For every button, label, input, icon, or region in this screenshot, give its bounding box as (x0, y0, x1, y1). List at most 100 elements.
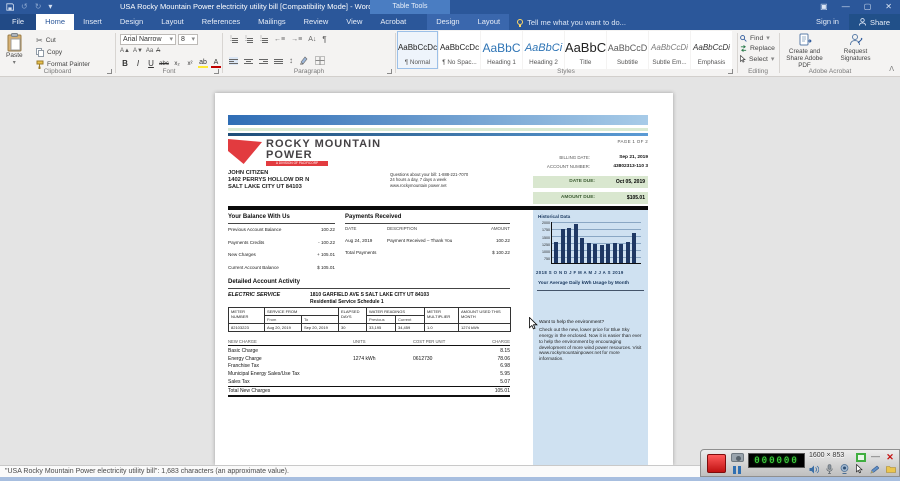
usage-chart-ytick: 1000 (542, 250, 550, 255)
date-due-box: DATE DUE: Oct 05, 2019 (533, 176, 648, 188)
style-normal[interactable]: AaBbCcDc ¶ Normal (397, 31, 438, 69)
tab-insert[interactable]: Insert (74, 14, 111, 30)
tab-table-layout[interactable]: Layout (469, 14, 510, 30)
numbering-icon[interactable] (243, 35, 253, 44)
collapse-ribbon-icon[interactable]: ᐱ (889, 65, 894, 73)
justify-icon[interactable] (274, 57, 283, 65)
qat-customize-icon[interactable]: ▾ (48, 1, 52, 13)
clipboard-dialog-launcher[interactable] (107, 69, 112, 74)
tab-file[interactable]: File (0, 14, 37, 30)
ribbon-display-options-icon[interactable]: ▣ (820, 0, 828, 14)
clear-formatting-icon[interactable]: A (156, 48, 160, 54)
record-stop-button[interactable] (707, 454, 726, 473)
subscript-button[interactable]: x₂ (172, 61, 182, 67)
cursor-capture-icon[interactable] (856, 464, 863, 474)
tab-design[interactable]: Design (111, 14, 152, 30)
tab-layout[interactable]: Layout (152, 14, 193, 30)
acrobat-group-label: Adobe Acrobat (808, 68, 852, 75)
tab-references[interactable]: References (193, 14, 249, 30)
paste-button[interactable]: Paste ▾ (6, 33, 23, 66)
strikethrough-button[interactable]: abc (159, 61, 169, 67)
grow-font-icon[interactable]: A▲ (120, 48, 130, 54)
style-heading-2[interactable]: AaBbCi Heading 2 (523, 31, 564, 69)
bullets-icon[interactable] (228, 35, 238, 44)
document-area[interactable]: ROCKY MOUNTAIN POWER A DIVISION OF PACIF… (0, 77, 900, 465)
capture-region-icon[interactable] (856, 452, 866, 462)
microphone-icon[interactable] (826, 464, 833, 474)
usage-bar (567, 228, 571, 263)
tab-table-design[interactable]: Design (427, 14, 468, 30)
undo-icon[interactable]: ↺ (21, 1, 28, 13)
decrease-indent-icon[interactable]: ←≡ (274, 36, 285, 43)
align-right-icon[interactable] (259, 57, 268, 65)
align-left-icon[interactable] (229, 56, 238, 65)
align-center-icon[interactable] (244, 57, 253, 65)
tab-mailings[interactable]: Mailings (249, 14, 295, 30)
font-name-combo[interactable]: Arial Narrow ▾ (120, 34, 176, 45)
replace-button[interactable]: Replace (740, 45, 775, 52)
pause-icon[interactable] (733, 466, 741, 474)
style-no-spacing[interactable]: AaBbCcDc ¶ No Spac... (439, 31, 480, 69)
copy-button[interactable]: Copy (36, 48, 90, 57)
save-icon[interactable] (6, 3, 14, 11)
folder-output-icon[interactable] (886, 465, 896, 473)
screenshot-camera-icon[interactable] (731, 453, 744, 462)
line-spacing-icon[interactable]: ↕ (289, 56, 293, 65)
font-color-button[interactable]: A (211, 59, 221, 68)
multilevel-list-icon[interactable] (258, 35, 268, 44)
usage-bar (606, 244, 610, 263)
cut-button[interactable]: ✂ Cut (36, 36, 90, 45)
meter-table: METER NUMBER SERVICE FROM ELAPSED DAYS W… (228, 307, 512, 332)
style-subtitle[interactable]: AaBbCcD Subtitle (607, 31, 648, 69)
tab-home[interactable]: Home (36, 14, 75, 30)
balance-section-title: Your Balance With Us (228, 214, 335, 224)
tell-me-box[interactable]: Tell me what you want to do... (509, 14, 634, 30)
request-signatures-button[interactable]: Request Signatures (831, 33, 880, 69)
underline-button[interactable]: U (146, 59, 156, 68)
borders-icon[interactable] (315, 56, 325, 65)
sort-icon[interactable]: A↓ (308, 36, 316, 43)
highlight-color-button[interactable]: ab (198, 59, 208, 68)
pencil-annotate-icon[interactable] (870, 465, 879, 474)
redo-icon[interactable]: ↻ (35, 1, 42, 13)
style-emphasis[interactable]: AaBbCcDi Emphasis (691, 31, 732, 69)
styles-dialog-launcher[interactable] (728, 69, 733, 74)
share-button[interactable]: Share (848, 14, 900, 30)
style-title[interactable]: AaBbC Title (565, 31, 606, 69)
environment-body: Check out the new, lower price for Blue … (539, 326, 642, 362)
usage-bar (554, 241, 558, 263)
paragraph-dialog-launcher[interactable] (387, 69, 392, 74)
recorder-minimize-icon[interactable]: — (871, 451, 880, 462)
show-hide-pilcrow-icon[interactable]: ¶ (322, 35, 326, 44)
find-button[interactable]: Find ▾ (740, 34, 775, 42)
restore-icon[interactable]: ▢ (864, 0, 872, 14)
paste-dropdown-icon[interactable]: ▾ (13, 59, 16, 66)
customer-address-block: JOHN CITIZEN 1402 PERRYS HOLLOW DR N SAL… (228, 170, 310, 191)
tab-review[interactable]: Review (295, 14, 338, 30)
close-icon[interactable]: ✕ (885, 0, 892, 14)
change-case-icon[interactable]: Aa (146, 48, 153, 54)
minimize-icon[interactable]: — (842, 0, 850, 14)
quick-access-toolbar: ↺ ↻ ▾ (6, 1, 52, 13)
document-page[interactable]: ROCKY MOUNTAIN POWER A DIVISION OF PACIF… (215, 93, 673, 465)
style-subtle-emphasis[interactable]: AaBbCcDi Subtle Em... (649, 31, 690, 69)
bold-button[interactable]: B (120, 59, 130, 68)
increase-indent-icon[interactable]: →≡ (291, 36, 302, 43)
tab-view[interactable]: View (337, 14, 371, 30)
sign-in-button[interactable]: Sign in (806, 14, 849, 30)
speaker-icon[interactable] (809, 465, 819, 474)
usage-chart-ytick: 1500 (542, 235, 550, 240)
account-number-row: ACCOUNT NUMBER: 43802313-110 3 (546, 164, 648, 169)
style-heading-1[interactable]: AaBbC Heading 1 (481, 31, 522, 69)
webcam-icon[interactable] (840, 464, 849, 474)
shrink-font-icon[interactable]: A▼ (133, 48, 143, 54)
select-button[interactable]: Select ▾ (740, 55, 775, 63)
font-size-combo[interactable]: 8 ▾ (178, 34, 198, 45)
tab-acrobat[interactable]: Acrobat (371, 14, 415, 30)
shading-icon[interactable] (299, 56, 309, 65)
create-share-pdf-button[interactable]: Create and Share Adobe PDF (780, 33, 829, 69)
italic-button[interactable]: I (133, 59, 143, 68)
font-dialog-launcher[interactable] (214, 69, 219, 74)
recorder-close-icon[interactable]: ✕ (885, 452, 895, 462)
superscript-button[interactable]: x² (185, 61, 195, 67)
